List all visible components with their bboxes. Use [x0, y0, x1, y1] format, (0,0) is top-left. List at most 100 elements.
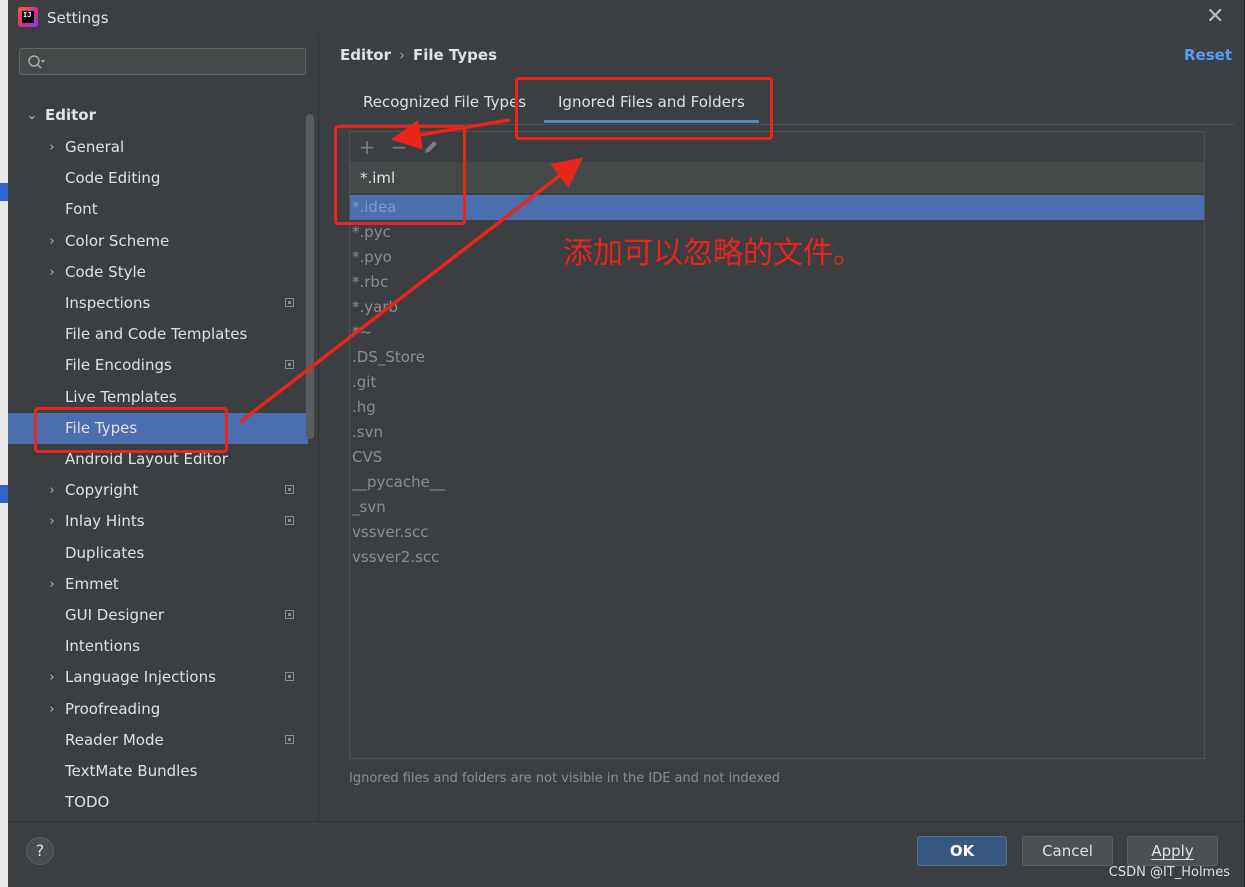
settings-sidebar: ⌄ Editor › General Code Editing Font › Color … — [8, 36, 319, 821]
search-input[interactable] — [50, 51, 304, 73]
list-item[interactable]: *.yarb — [350, 295, 1204, 320]
list-item[interactable]: *.rbc — [350, 270, 1204, 295]
pattern-input-row — [350, 162, 1204, 193]
list-toolbar: + − — [350, 132, 1204, 162]
main-panel: Editor › File Types Reset Recognized File … — [319, 36, 1244, 821]
list-item[interactable]: _svn — [350, 495, 1204, 520]
list-item[interactable]: *~ — [350, 320, 1204, 345]
project-scope-icon — [285, 360, 294, 369]
ignored-patterns-panel: + − *.idea*.pyc*.pyo*.rbc*.yarb*~.DS_Sto… — [349, 131, 1205, 759]
background-selection-mark — [0, 183, 8, 201]
sidebar-item-label: Font — [65, 200, 98, 218]
tab-ignored-files-and-folders[interactable]: Ignored Files and Folders — [558, 93, 745, 111]
pattern-input[interactable] — [358, 166, 1182, 190]
chevron-right-icon[interactable]: › — [45, 257, 59, 288]
project-scope-icon — [285, 516, 294, 525]
list-item[interactable]: .git — [350, 370, 1204, 395]
sidebar-item-todo[interactable]: TODO — [8, 787, 308, 818]
watermark: CSDN @IT_Holmes — [1108, 865, 1230, 880]
sidebar-item-language-injections[interactable]: › Language Injections — [8, 662, 308, 693]
chevron-right-icon[interactable]: › — [45, 132, 59, 163]
window-title: Settings — [47, 9, 109, 27]
reset-link[interactable]: Reset — [1184, 46, 1232, 64]
list-item[interactable]: .svn — [350, 420, 1204, 445]
sidebar-item-label: Intentions — [65, 637, 141, 655]
list-item[interactable]: .hg — [350, 395, 1204, 420]
intellij-app-icon: IJ — [18, 7, 38, 27]
background-selection-mark — [0, 485, 8, 503]
sidebar-item-label: Code Editing — [65, 169, 161, 187]
sidebar-item-general[interactable]: › General — [8, 132, 308, 163]
sidebar-item-inlay-hints[interactable]: › Inlay Hints — [8, 506, 308, 537]
sidebar-item-file-encodings[interactable]: File Encodings — [8, 350, 308, 381]
sidebar-item-color-scheme[interactable]: › Color Scheme — [8, 226, 308, 257]
apply-button[interactable]: Apply — [1127, 836, 1218, 866]
project-scope-icon — [285, 672, 294, 681]
list-item[interactable]: .DS_Store — [350, 345, 1204, 370]
sidebar-item-label: Android Layout Editor — [65, 450, 228, 468]
sidebar-item-code-style[interactable]: › Code Style — [8, 257, 308, 288]
sidebar-item-label: File and Code Templates — [65, 325, 248, 343]
sidebar-item-label: Inspections — [65, 294, 151, 312]
list-item[interactable]: vssver.scc — [350, 520, 1204, 545]
sidebar-item-emmet[interactable]: › Emmet — [8, 569, 308, 600]
sidebar-item-label: GUI Designer — [65, 606, 164, 624]
sidebar-item-reader-mode[interactable]: Reader Mode — [8, 725, 308, 756]
chevron-right-icon[interactable]: › — [45, 506, 59, 537]
list-item[interactable]: __pycache__ — [350, 470, 1204, 495]
sidebar-item-label: TODO — [65, 793, 110, 811]
chevron-right-icon[interactable]: › — [45, 694, 59, 725]
tab-recognized-file-types[interactable]: Recognized File Types — [363, 93, 526, 111]
sidebar-item-label: Inlay Hints — [65, 512, 145, 530]
breadcrumb-parent[interactable]: Editor — [340, 46, 391, 64]
sidebar-scrollbar[interactable] — [306, 114, 314, 439]
sidebar-item-file-and-code-templates[interactable]: File and Code Templates — [8, 319, 308, 350]
sidebar-item-label: Duplicates — [65, 544, 145, 562]
list-item[interactable]: CVS — [350, 445, 1204, 470]
search-field[interactable] — [19, 48, 306, 75]
chevron-right-icon[interactable]: › — [45, 569, 59, 600]
ok-button[interactable]: OK — [917, 836, 1007, 866]
sidebar-item-live-templates[interactable]: Live Templates — [8, 382, 308, 413]
background-window-edge — [0, 0, 8, 887]
breadcrumb: Editor › File Types — [340, 46, 497, 64]
sidebar-item-code-editing[interactable]: Code Editing — [8, 163, 308, 194]
app-icon-label: IJ — [22, 11, 34, 23]
sidebar-item-label: General — [65, 138, 125, 156]
sidebar-item-label: Copyright — [65, 481, 139, 499]
breadcrumb-current: File Types — [413, 46, 497, 64]
project-scope-icon — [285, 485, 294, 494]
sidebar-item-label: Code Style — [65, 263, 146, 281]
sidebar-item-intentions[interactable]: Intentions — [8, 631, 308, 662]
sidebar-section-editor[interactable]: ⌄ Editor — [8, 100, 308, 131]
sidebar-item-inspections[interactable]: Inspections — [8, 288, 308, 319]
chevron-right-icon[interactable]: › — [45, 226, 59, 257]
sidebar-item-copyright[interactable]: › Copyright — [8, 475, 308, 506]
sidebar-section-label: Editor — [45, 106, 96, 124]
sidebar-item-file-types[interactable]: File Types — [8, 413, 308, 444]
cancel-button[interactable]: Cancel — [1022, 836, 1113, 866]
sidebar-item-proofreading[interactable]: › Proofreading — [8, 694, 308, 725]
list-item[interactable]: *.idea — [350, 195, 1204, 220]
tree-item-partial — [66, 80, 71, 88]
chevron-right-icon[interactable]: › — [45, 662, 59, 693]
pencil-icon[interactable] — [420, 136, 442, 158]
sidebar-item-label: File Encodings — [65, 356, 172, 374]
sidebar-item-android-layout-editor[interactable]: Android Layout Editor — [8, 444, 308, 475]
sidebar-item-duplicates[interactable]: Duplicates — [8, 538, 308, 569]
sidebar-item-gui-designer[interactable]: GUI Designer — [8, 600, 308, 631]
tab-bar: Recognized File Types Ignored Files and … — [339, 84, 1234, 125]
help-button[interactable]: ? — [26, 837, 54, 865]
list-item[interactable]: vssver2.scc — [350, 545, 1204, 570]
plus-icon[interactable]: + — [356, 136, 378, 158]
minus-icon[interactable]: − — [388, 136, 410, 158]
chevron-right-icon[interactable]: › — [45, 475, 59, 506]
chevron-down-icon[interactable]: ⌄ — [25, 100, 39, 131]
sidebar-item-textmate-bundles[interactable]: TextMate Bundles — [8, 756, 308, 787]
close-icon[interactable]: ✕ — [1206, 6, 1224, 28]
project-scope-icon — [285, 298, 294, 307]
sidebar-item-font[interactable]: Font — [8, 194, 308, 225]
project-scope-icon — [285, 610, 294, 619]
sidebar-item-label: Proofreading — [65, 700, 161, 718]
hint-text: Ignored files and folders are not visibl… — [349, 771, 780, 786]
